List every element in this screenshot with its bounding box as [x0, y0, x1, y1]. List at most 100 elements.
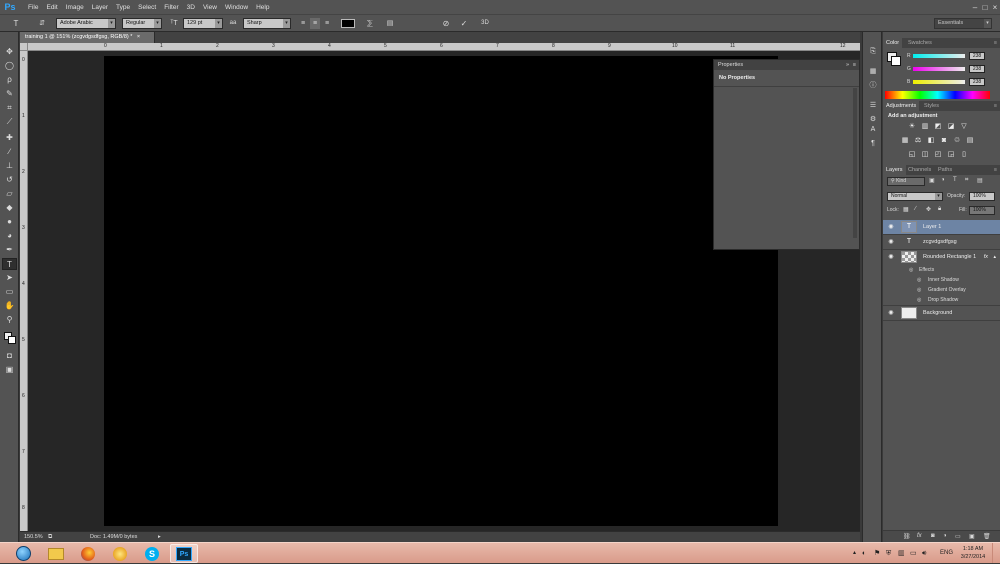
paint-bucket-tool-icon[interactable]: ◆: [2, 202, 17, 214]
eye-icon[interactable]: ◎: [917, 285, 921, 295]
add-style-icon[interactable]: fx: [917, 533, 922, 539]
panel-menu-icon[interactable]: ≡: [853, 60, 856, 70]
type-tool-icon[interactable]: T: [2, 258, 17, 270]
menu-edit[interactable]: Edit: [46, 4, 57, 11]
brightness-contrast-icon[interactable]: ☀: [907, 122, 917, 132]
eye-icon[interactable]: ◉: [886, 250, 896, 265]
character-panel-icon[interactable]: A: [866, 124, 880, 136]
tab-layers[interactable]: Layers: [883, 165, 906, 175]
hand-tool-icon[interactable]: ✋: [2, 300, 17, 312]
panel-menu-icon[interactable]: ≡: [991, 38, 1000, 48]
vibrance-icon[interactable]: ▽: [959, 122, 969, 132]
pen-tool-icon[interactable]: ✒: [2, 244, 17, 256]
red-slider[interactable]: [913, 54, 965, 58]
start-button[interactable]: [10, 544, 36, 563]
menu-select[interactable]: Select: [138, 4, 156, 11]
new-group-icon[interactable]: ▭: [955, 533, 961, 540]
layer-row-rounded-rectangle-1[interactable]: ◉ Rounded Rectangle 1 fx ▴: [883, 250, 1000, 265]
move-tool-icon[interactable]: ✥: [2, 46, 17, 58]
eye-icon[interactable]: ◎: [917, 295, 921, 305]
zoom-tool-icon[interactable]: ⚲: [2, 314, 17, 326]
tray-volume-icon[interactable]: 🔊︎: [922, 543, 926, 564]
warp-text-icon[interactable]: ⅀: [364, 18, 376, 29]
lock-position-icon[interactable]: ✥: [926, 206, 931, 213]
character-panel-icon[interactable]: ▤: [384, 18, 396, 29]
quick-select-tool-icon[interactable]: ✎: [2, 88, 17, 100]
selective-color-icon[interactable]: ◲: [946, 150, 956, 160]
taskbar-photoshop[interactable]: Ps: [170, 544, 198, 563]
effect-gradient-overlay[interactable]: ◎ Gradient Overlay: [883, 285, 1000, 295]
rectangle-tool-icon[interactable]: ▭: [2, 286, 17, 298]
tab-swatches[interactable]: Swatches: [905, 38, 935, 48]
new-adjustment-icon[interactable]: ◑: [943, 533, 947, 539]
color-balance-icon[interactable]: ⚖: [913, 136, 923, 146]
layer-filter-select[interactable]: ⚲ Kind: [887, 177, 925, 186]
vertical-ruler[interactable]: 0 1 2 3 4 5 6 7 8: [20, 51, 28, 531]
menu-image[interactable]: Image: [66, 4, 84, 11]
green-slider[interactable]: [913, 67, 965, 71]
eye-icon[interactable]: ◉: [886, 306, 896, 321]
info-panel-icon[interactable]: ⓘ: [866, 80, 880, 92]
eyedropper-tool-icon[interactable]: ⟋: [2, 116, 17, 128]
clock[interactable]: 1:18 AM 3/27/2014: [958, 545, 988, 561]
menu-window[interactable]: Window: [225, 4, 248, 11]
align-center-icon[interactable]: ≡: [310, 18, 320, 29]
eye-icon[interactable]: ◎: [917, 275, 921, 285]
tray-display-icon[interactable]: ▭: [910, 543, 917, 564]
tab-paths[interactable]: Paths: [935, 165, 955, 175]
actions-panel-icon[interactable]: ▦: [866, 66, 880, 78]
lock-transparent-icon[interactable]: ▦: [903, 206, 909, 213]
menu-type[interactable]: Type: [116, 4, 130, 11]
filter-pixel-icon[interactable]: ▣: [929, 177, 935, 184]
cancel-icon[interactable]: ⊘: [440, 18, 452, 29]
tab-styles[interactable]: Styles: [921, 101, 942, 111]
blue-slider[interactable]: [913, 80, 965, 84]
quick-mask-icon[interactable]: ◘: [2, 350, 17, 362]
red-value-input[interactable]: 238: [969, 52, 985, 60]
properties-header[interactable]: Properties » ≡: [714, 60, 859, 70]
channel-mixer-icon[interactable]: ♲: [952, 136, 962, 146]
eye-icon[interactable]: ◎: [909, 265, 913, 275]
menu-filter[interactable]: Filter: [164, 4, 178, 11]
clone-stamp-tool-icon[interactable]: ⊥: [2, 160, 17, 172]
taskbar-media-player[interactable]: [106, 544, 134, 563]
levels-icon[interactable]: ▥: [920, 122, 930, 132]
fx-icon[interactable]: fx: [984, 250, 988, 265]
collapse-panel-icon[interactable]: »: [846, 60, 849, 70]
show-hidden-icons-icon[interactable]: ▴: [853, 543, 856, 564]
filter-adjustment-icon[interactable]: ◑: [941, 177, 945, 183]
color-lookup-icon[interactable]: ▤: [965, 136, 975, 146]
posterize-icon[interactable]: ◫: [920, 150, 930, 160]
panel-menu-icon[interactable]: ≡: [991, 101, 1000, 111]
properties-scrollbar[interactable]: [853, 88, 857, 238]
tab-channels[interactable]: Channels: [905, 165, 934, 175]
eye-icon[interactable]: ◉: [886, 235, 896, 250]
threshold-icon[interactable]: ◰: [933, 150, 943, 160]
opacity-input[interactable]: 100%: [969, 192, 995, 201]
path-selection-tool-icon[interactable]: ➤: [2, 272, 17, 284]
panel-menu-icon[interactable]: ≡: [991, 165, 1000, 175]
blend-mode-select[interactable]: Normal ▾: [887, 192, 943, 201]
green-value-input[interactable]: 238: [969, 65, 985, 73]
filter-shape-icon[interactable]: ⌗: [965, 177, 968, 184]
delete-layer-icon[interactable]: 🗑︎: [983, 533, 991, 540]
input-language[interactable]: ENG: [940, 543, 953, 564]
brush-tool-icon[interactable]: ∕: [2, 146, 17, 158]
horizontal-ruler[interactable]: 0 1 2 3 4 5 6 7 8 9 10 11 12: [28, 43, 860, 51]
show-desktop-button[interactable]: [992, 543, 1000, 563]
crop-tool-icon[interactable]: ⌗: [2, 102, 17, 114]
tray-network-icon[interactable]: ▥: [898, 543, 905, 564]
taskbar-firefox[interactable]: [74, 544, 102, 563]
menu-3d[interactable]: 3D: [187, 4, 195, 11]
paragraph-panel-icon[interactable]: ¶: [866, 138, 880, 150]
document-canvas[interactable]: [104, 56, 778, 526]
history-brush-tool-icon[interactable]: ↺: [2, 174, 17, 186]
add-mask-icon[interactable]: ◙: [931, 533, 935, 539]
lock-all-icon[interactable]: 🔒︎: [938, 206, 941, 213]
photo-filter-icon[interactable]: ◙: [939, 136, 949, 146]
screen-mode-icon[interactable]: ▣: [2, 364, 17, 376]
toggle-text-orientation-icon[interactable]: ⇵: [36, 18, 48, 29]
link-layers-icon[interactable]: ⛓: [903, 533, 911, 540]
menu-view[interactable]: View: [203, 4, 217, 11]
close-window-button[interactable]: ×: [990, 3, 1000, 12]
